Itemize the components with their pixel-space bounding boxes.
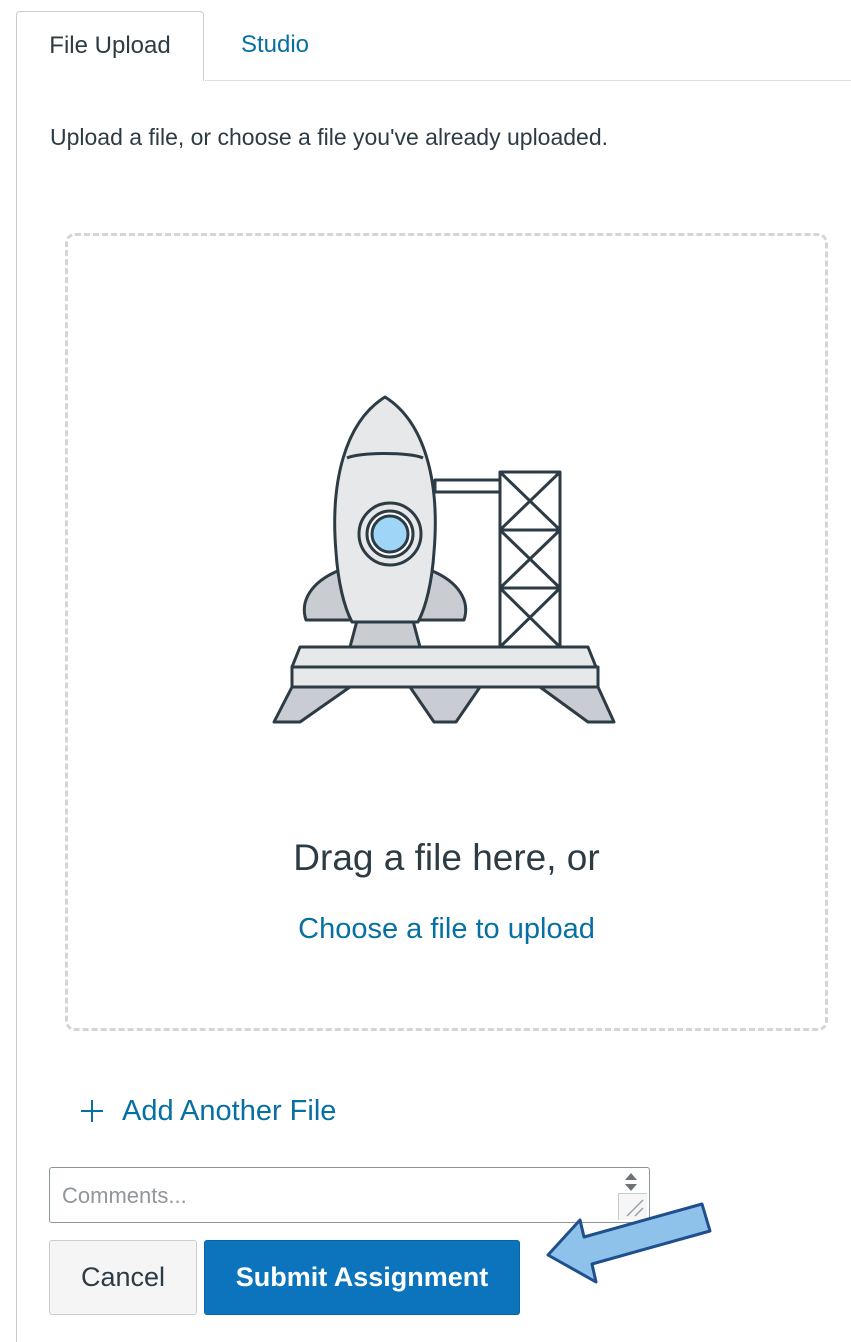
add-another-file-button[interactable]: Add Another File	[78, 1093, 336, 1129]
plus-icon	[78, 1097, 106, 1125]
tab-studio[interactable]: Studio	[205, 11, 345, 81]
rocket-launch-icon	[272, 395, 616, 724]
submit-assignment-button[interactable]: Submit Assignment	[204, 1240, 520, 1315]
panel-border	[16, 80, 17, 1342]
choose-file-link[interactable]: Choose a file to upload	[65, 911, 828, 947]
tab-file-upload-label: File Upload	[49, 31, 171, 59]
cancel-button-label: Cancel	[80, 1262, 166, 1292]
drag-file-text: Drag a file here, or	[293, 837, 600, 878]
tab-studio-label: Studio	[240, 31, 310, 58]
comments-placeholder: Comments...	[62, 1183, 187, 1208]
submit-assignment-label: Submit Assignment	[235, 1262, 489, 1292]
scroll-arrows-icon[interactable]	[623, 1171, 639, 1193]
tab-file-upload[interactable]: File Upload	[16, 11, 204, 81]
upload-instructions: Upload a file, or choose a file you've a…	[50, 124, 609, 150]
annotation-arrow-icon	[546, 1202, 712, 1284]
add-another-file-label: Add Another File	[122, 1095, 337, 1127]
cancel-button[interactable]: Cancel	[49, 1240, 197, 1315]
